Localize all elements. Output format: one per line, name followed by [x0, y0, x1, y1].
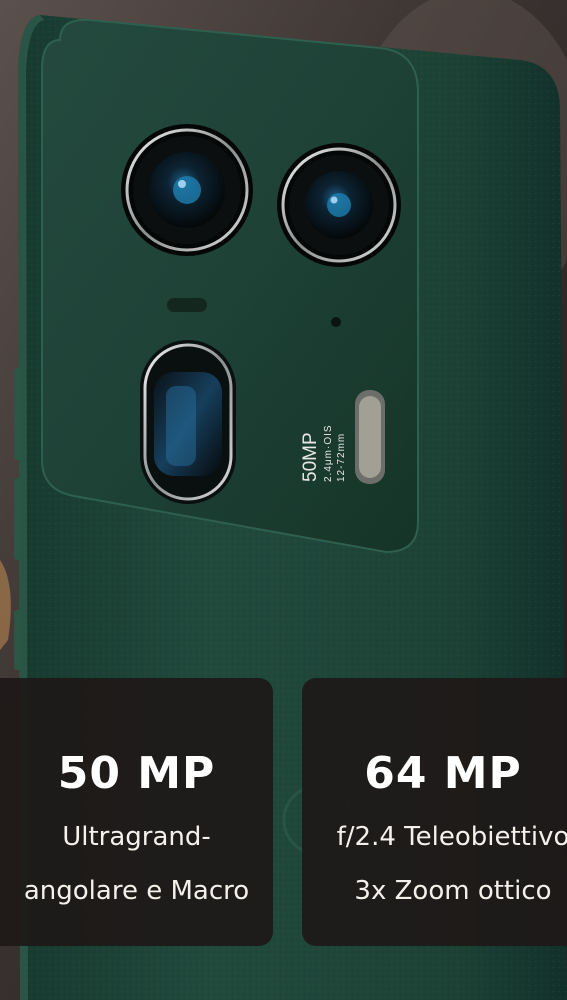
- sensor-detail-line2: 12-72mm: [336, 433, 347, 482]
- spec-value: 50 MP: [57, 748, 216, 799]
- spec-card-telephoto: 64 MP f/2.4 Teleobiettivo 3x Zoom ottico: [302, 678, 567, 946]
- spec-line: 3x Zoom ottico: [354, 876, 552, 906]
- sensor-detail-line1: 2.4μm·OIS: [323, 424, 334, 482]
- spec-value: 64 MP: [364, 748, 522, 799]
- main-sensor-label: 50MP: [300, 432, 321, 482]
- spec-line: f/2.4 Teleobiettivo: [336, 822, 567, 852]
- spec-line: Ultragrand-: [62, 822, 211, 852]
- spec-line: angolare e Macro: [23, 876, 250, 906]
- spec-card-ultrawide: 50 MP Ultragrand- angolare e Macro: [0, 678, 273, 946]
